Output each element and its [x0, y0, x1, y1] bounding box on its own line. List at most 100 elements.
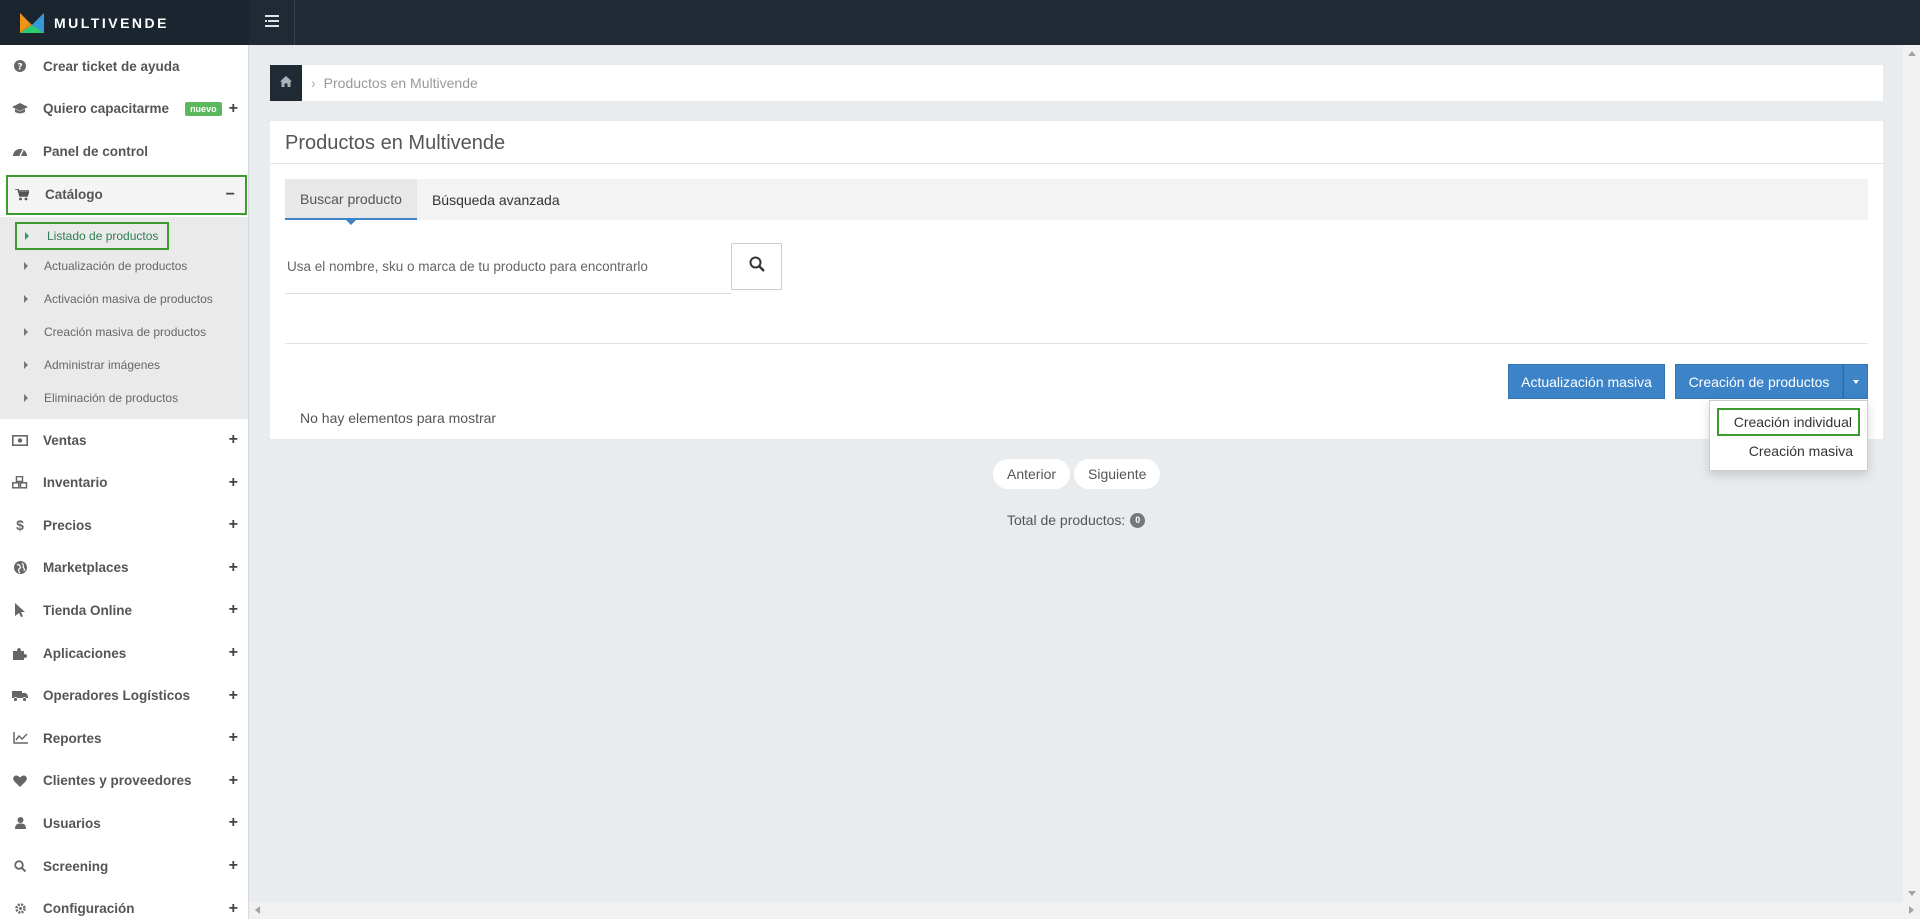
section-divider	[285, 343, 1868, 344]
sidebar-item-catalog[interactable]: Catálogo −	[6, 174, 247, 215]
sidebar-item-screening[interactable]: Screening +	[0, 845, 248, 888]
expand-plus-icon[interactable]: +	[229, 100, 238, 118]
create-products-button[interactable]: Creación de productos	[1675, 364, 1843, 399]
puzzle-icon	[12, 645, 28, 661]
empty-state-text: No hay elementos para mostrar	[300, 410, 497, 426]
money-icon	[12, 432, 28, 448]
scroll-down-arrow-icon[interactable]	[1908, 891, 1916, 896]
submenu-item-bulk-activation[interactable]: Activación masiva de productos	[0, 283, 248, 316]
cubes-icon	[12, 475, 28, 491]
sidebar-item-reports[interactable]: Reportes +	[0, 717, 248, 760]
sidebar-item-sales[interactable]: Ventas +	[0, 419, 248, 462]
expand-plus-icon[interactable]: +	[229, 431, 238, 449]
sidebar-item-label: Usuarios	[43, 815, 101, 831]
graduation-cap-icon	[12, 101, 28, 117]
brand[interactable]: MULTIVENDE	[0, 0, 249, 45]
sidebar-item-clients-suppliers[interactable]: Clientes y proveedores +	[0, 760, 248, 803]
next-page-button[interactable]: Siguiente	[1074, 459, 1161, 489]
menu-item-individual-creation[interactable]: Creación individual	[1716, 408, 1860, 436]
submenu-item-product-update[interactable]: Actualización de productos	[0, 250, 248, 283]
previous-page-button[interactable]: Anterior	[993, 459, 1071, 489]
search-button[interactable]	[731, 243, 782, 290]
create-products-dropdown-menu: Creación individual Creación masiva	[1709, 400, 1868, 471]
sidebar-item-marketplaces[interactable]: Marketplaces +	[0, 547, 248, 590]
dollar-icon: $	[16, 517, 24, 534]
submenu-item-bulk-creation[interactable]: Creación masiva de productos	[0, 316, 248, 349]
gear-icon	[12, 901, 28, 917]
menu-item-bulk-creation[interactable]: Creación masiva	[1749, 443, 1853, 459]
scroll-up-arrow-icon[interactable]	[1908, 51, 1916, 56]
expand-plus-icon[interactable]: +	[229, 814, 238, 832]
total-products: Total de productos: 0	[1007, 512, 1146, 528]
sidebar: ? Crear ticket de ayuda Quiero capacitar…	[0, 45, 249, 919]
expand-plus-icon[interactable]: +	[229, 687, 238, 705]
sidebar-item-label: Aplicaciones	[43, 645, 127, 661]
search-icon	[749, 256, 765, 277]
create-products-dropdown-toggle[interactable]	[1843, 364, 1868, 399]
sidebar-item-label: Tienda Online	[43, 602, 133, 618]
product-search-input[interactable]	[285, 248, 731, 294]
expand-plus-icon[interactable]: +	[229, 516, 238, 534]
sidebar-item-label: Marketplaces	[43, 560, 129, 576]
expand-plus-icon[interactable]: +	[229, 900, 238, 918]
sidebar-item-training[interactable]: Quiero capacitarme nuevo +	[0, 88, 248, 131]
truck-icon	[12, 688, 28, 704]
caret-right-icon	[24, 262, 28, 271]
multivende-logo-icon	[20, 11, 44, 35]
submenu-item-manage-images[interactable]: Administrar imágenes	[0, 349, 248, 382]
expand-plus-icon[interactable]: +	[229, 559, 238, 577]
expand-plus-icon[interactable]: +	[229, 474, 238, 492]
sidebar-item-label: Ventas	[43, 432, 87, 448]
new-badge: nuevo	[185, 101, 222, 116]
sidebar-item-applications[interactable]: Aplicaciones +	[0, 632, 248, 675]
submenu-item-label: Activación masiva de productos	[44, 292, 213, 307]
scroll-left-arrow-icon[interactable]	[255, 906, 260, 914]
sidebar-item-online-store[interactable]: Tienda Online +	[0, 589, 248, 632]
caret-right-icon	[24, 394, 28, 403]
sidebar-item-settings[interactable]: Configuración +	[0, 887, 248, 919]
expand-plus-icon[interactable]: +	[229, 857, 238, 875]
tab-search-product[interactable]: Buscar producto	[285, 179, 417, 220]
bulk-update-button[interactable]: Actualización masiva	[1508, 364, 1665, 399]
scroll-right-arrow-icon[interactable]	[1909, 906, 1914, 914]
expand-plus-icon[interactable]: +	[229, 601, 238, 619]
expand-plus-icon[interactable]: +	[229, 644, 238, 662]
sidebar-item-help-ticket[interactable]: ? Crear ticket de ayuda	[0, 45, 248, 88]
sidebar-item-label: Configuración	[43, 901, 135, 917]
sidebar-item-users[interactable]: Usuarios +	[0, 802, 248, 845]
submenu-item-label: Administrar imágenes	[44, 358, 161, 373]
sidebar-item-logistics[interactable]: Operadores Logísticos +	[0, 674, 248, 717]
cart-icon	[14, 187, 30, 203]
caret-right-icon	[24, 328, 28, 337]
submenu-item-label: Actualización de productos	[44, 259, 188, 274]
sidebar-item-label: Inventario	[43, 475, 108, 491]
sidebar-item-inventory[interactable]: Inventario +	[0, 461, 248, 504]
collapse-minus-icon[interactable]: −	[226, 186, 235, 204]
sidebar-item-label: Reportes	[43, 730, 102, 746]
breadcrumb-home-button[interactable]	[270, 65, 302, 101]
submenu-item-product-deletion[interactable]: Eliminación de productos	[0, 382, 248, 415]
breadcrumb: › Productos en Multivende	[270, 65, 1883, 101]
hamburger-icon	[264, 14, 279, 32]
panel-divider	[270, 163, 1883, 164]
sidebar-item-dashboard[interactable]: Panel de control	[0, 130, 248, 173]
menu-toggle-button[interactable]	[249, 0, 295, 45]
expand-plus-icon[interactable]: +	[229, 729, 238, 747]
horizontal-scrollbar[interactable]	[249, 902, 1920, 919]
vertical-scrollbar[interactable]	[1903, 45, 1920, 902]
submenu-item-product-list[interactable]: Listado de productos	[15, 221, 169, 250]
globe-icon	[12, 560, 28, 576]
sidebar-item-label: Quiero capacitarme	[43, 101, 170, 117]
tab-advanced-search[interactable]: Búsqueda avanzada	[417, 179, 575, 220]
breadcrumb-separator: ›	[311, 75, 316, 91]
top-bar: MULTIVENDE	[0, 0, 1920, 45]
expand-plus-icon[interactable]: +	[229, 772, 238, 790]
page-title: Productos en Multivende	[285, 132, 506, 154]
sidebar-item-prices[interactable]: $ Precios +	[0, 504, 248, 547]
caret-right-icon	[24, 361, 28, 370]
sidebar-item-label: Catálogo	[45, 187, 103, 203]
caret-right-icon	[25, 231, 29, 240]
products-panel: Productos en Multivende Buscar producto …	[270, 121, 1883, 439]
sidebar-item-label: Clientes y proveedores	[43, 773, 192, 789]
home-icon	[280, 74, 292, 92]
